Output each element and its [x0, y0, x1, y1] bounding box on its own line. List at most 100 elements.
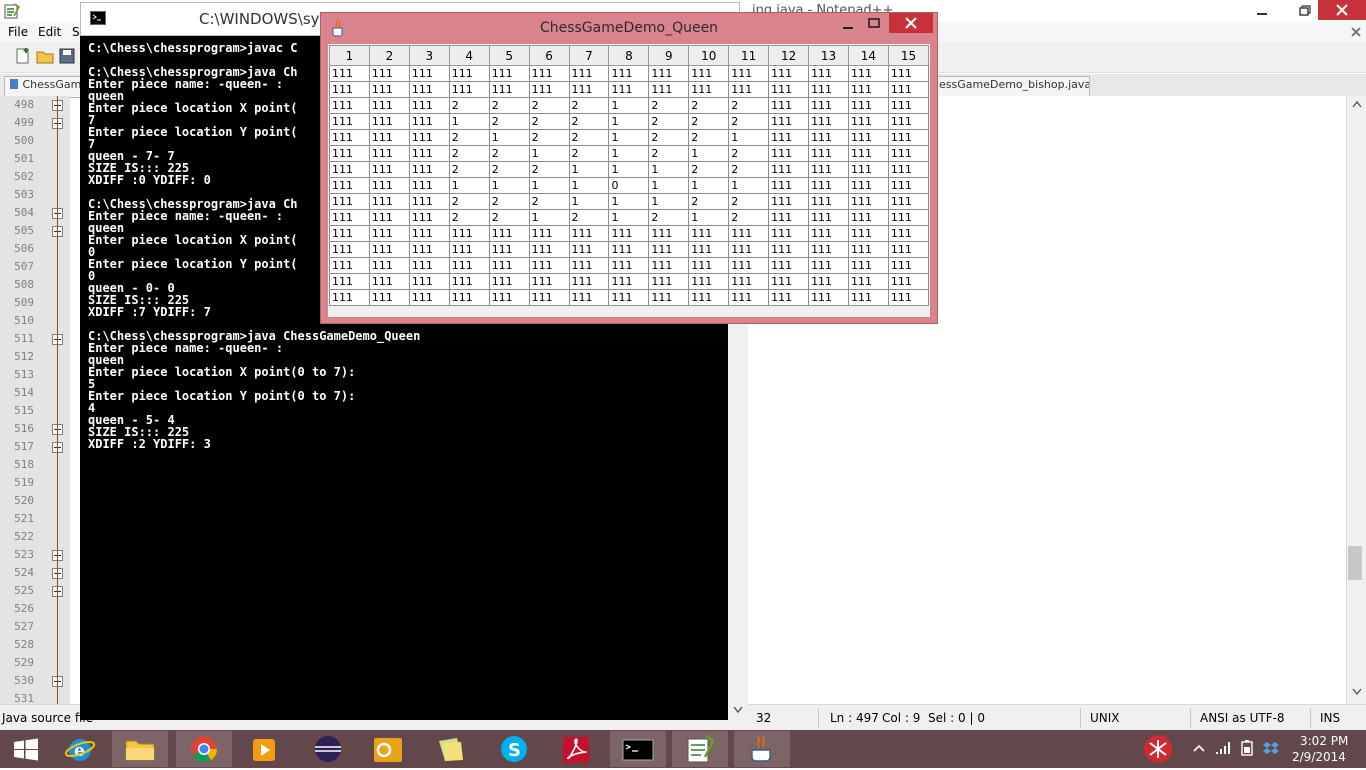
table-cell[interactable]: 1: [688, 177, 730, 194]
restore-icon[interactable]: [1292, 2, 1316, 20]
table-cell[interactable]: 111: [768, 257, 810, 274]
table-cell[interactable]: 111: [688, 257, 730, 274]
table-cell[interactable]: 111: [528, 241, 570, 258]
table-cell[interactable]: 2: [568, 209, 610, 226]
table-cell[interactable]: 111: [887, 289, 930, 306]
tab-chessgame[interactable]: ChessGame: [4, 76, 88, 98]
table-cell[interactable]: 2: [568, 113, 610, 130]
taskbar-java[interactable]: [734, 731, 790, 767]
table-cell[interactable]: 111: [808, 193, 849, 210]
table-cell[interactable]: 111: [568, 289, 610, 306]
table-cell[interactable]: 111: [408, 161, 450, 178]
table-cell[interactable]: 111: [808, 65, 849, 82]
table-cell[interactable]: 111: [847, 273, 889, 290]
table-cell[interactable]: 2: [688, 161, 730, 178]
editor-vertical-scrollbar[interactable]: [1346, 96, 1366, 704]
table-cell[interactable]: 111: [368, 225, 410, 242]
taskbar-acrobat[interactable]: [548, 731, 604, 767]
table-cell[interactable]: 111: [608, 289, 650, 306]
table-cell[interactable]: 111: [408, 97, 450, 114]
table-cell[interactable]: 111: [808, 273, 849, 290]
taskbar-chrome[interactable]: [176, 731, 232, 767]
table-cell[interactable]: 111: [408, 241, 450, 258]
menu-edit[interactable]: Edit: [38, 25, 61, 39]
table-cell[interactable]: 1: [728, 177, 770, 194]
column-header[interactable]: 15: [887, 45, 930, 66]
table-cell[interactable]: 111: [608, 225, 650, 242]
table-cell[interactable]: 2: [448, 161, 490, 178]
table-cell[interactable]: 111: [368, 193, 410, 210]
table-cell[interactable]: 2: [728, 193, 770, 210]
table-cell[interactable]: 2: [448, 129, 490, 146]
maximize-icon[interactable]: [863, 15, 885, 31]
table-cell[interactable]: 111: [808, 257, 849, 274]
table-cell[interactable]: 111: [688, 241, 730, 258]
table-cell[interactable]: 2: [648, 113, 690, 130]
table-cell[interactable]: 111: [408, 225, 450, 242]
column-header[interactable]: 2: [368, 45, 410, 66]
table-cell[interactable]: 111: [408, 129, 450, 146]
column-header[interactable]: 3: [408, 45, 450, 66]
table-cell[interactable]: 111: [368, 257, 410, 274]
table-cell[interactable]: 2: [528, 97, 570, 114]
table-cell[interactable]: 111: [847, 241, 889, 258]
table-cell[interactable]: 2: [648, 145, 690, 162]
table-cell[interactable]: 111: [488, 225, 530, 242]
table-cell[interactable]: 111: [368, 289, 410, 306]
table-cell[interactable]: 1: [528, 145, 570, 162]
table-cell[interactable]: 111: [408, 193, 450, 210]
table-cell[interactable]: 2: [728, 97, 770, 114]
table-cell[interactable]: 1: [608, 161, 650, 178]
column-header[interactable]: 8: [608, 45, 650, 66]
close-document-icon[interactable]: [1350, 26, 1362, 38]
table-cell[interactable]: 111: [648, 241, 690, 258]
table-cell[interactable]: 1: [648, 177, 690, 194]
table-cell[interactable]: 111: [768, 145, 810, 162]
table-cell[interactable]: 0: [608, 177, 650, 194]
table-cell[interactable]: 1: [688, 209, 730, 226]
start-button[interactable]: [0, 731, 52, 767]
table-cell[interactable]: 111: [329, 289, 370, 306]
table-cell[interactable]: 111: [368, 145, 410, 162]
clock-time[interactable]: 3:02 PM: [1300, 734, 1348, 748]
column-header[interactable]: 5: [488, 45, 530, 66]
table-cell[interactable]: 111: [608, 241, 650, 258]
column-header[interactable]: 13: [808, 45, 849, 66]
table-cell[interactable]: 111: [448, 81, 490, 98]
table-cell[interactable]: 1: [728, 129, 770, 146]
table-cell[interactable]: 111: [528, 289, 570, 306]
table-cell[interactable]: 111: [329, 209, 370, 226]
table-cell[interactable]: 111: [808, 161, 849, 178]
menu-search[interactable]: S: [72, 25, 80, 39]
table-cell[interactable]: 111: [448, 273, 490, 290]
table-cell[interactable]: 111: [887, 81, 930, 98]
table-cell[interactable]: 111: [329, 257, 370, 274]
table-cell[interactable]: 111: [408, 81, 450, 98]
table-cell[interactable]: 111: [887, 161, 930, 178]
table-cell[interactable]: 111: [568, 241, 610, 258]
table-cell[interactable]: 111: [847, 193, 889, 210]
table-cell[interactable]: 111: [368, 65, 410, 82]
clock-date[interactable]: 2/9/2014: [1292, 750, 1346, 764]
table-cell[interactable]: 111: [608, 65, 650, 82]
table-cell[interactable]: 111: [408, 145, 450, 162]
table-cell[interactable]: 2: [448, 193, 490, 210]
table-cell[interactable]: 2: [528, 161, 570, 178]
table-cell[interactable]: 1: [608, 129, 650, 146]
table-cell[interactable]: 111: [768, 161, 810, 178]
table-cell[interactable]: 111: [887, 193, 930, 210]
table-cell[interactable]: 111: [528, 257, 570, 274]
table-cell[interactable]: 2: [688, 193, 730, 210]
table-cell[interactable]: 2: [728, 209, 770, 226]
taskbar-command-prompt[interactable]: [610, 731, 666, 767]
table-cell[interactable]: 111: [408, 289, 450, 306]
table-cell[interactable]: 2: [488, 209, 530, 226]
table-cell[interactable]: 111: [808, 81, 849, 98]
save-icon[interactable]: [58, 47, 76, 65]
table-cell[interactable]: 111: [847, 161, 889, 178]
scroll-down-icon[interactable]: [1351, 688, 1363, 696]
column-header[interactable]: 9: [648, 45, 690, 66]
minimize-icon[interactable]: [837, 17, 859, 33]
table-cell[interactable]: 2: [568, 145, 610, 162]
table-cell[interactable]: 1: [488, 177, 530, 194]
